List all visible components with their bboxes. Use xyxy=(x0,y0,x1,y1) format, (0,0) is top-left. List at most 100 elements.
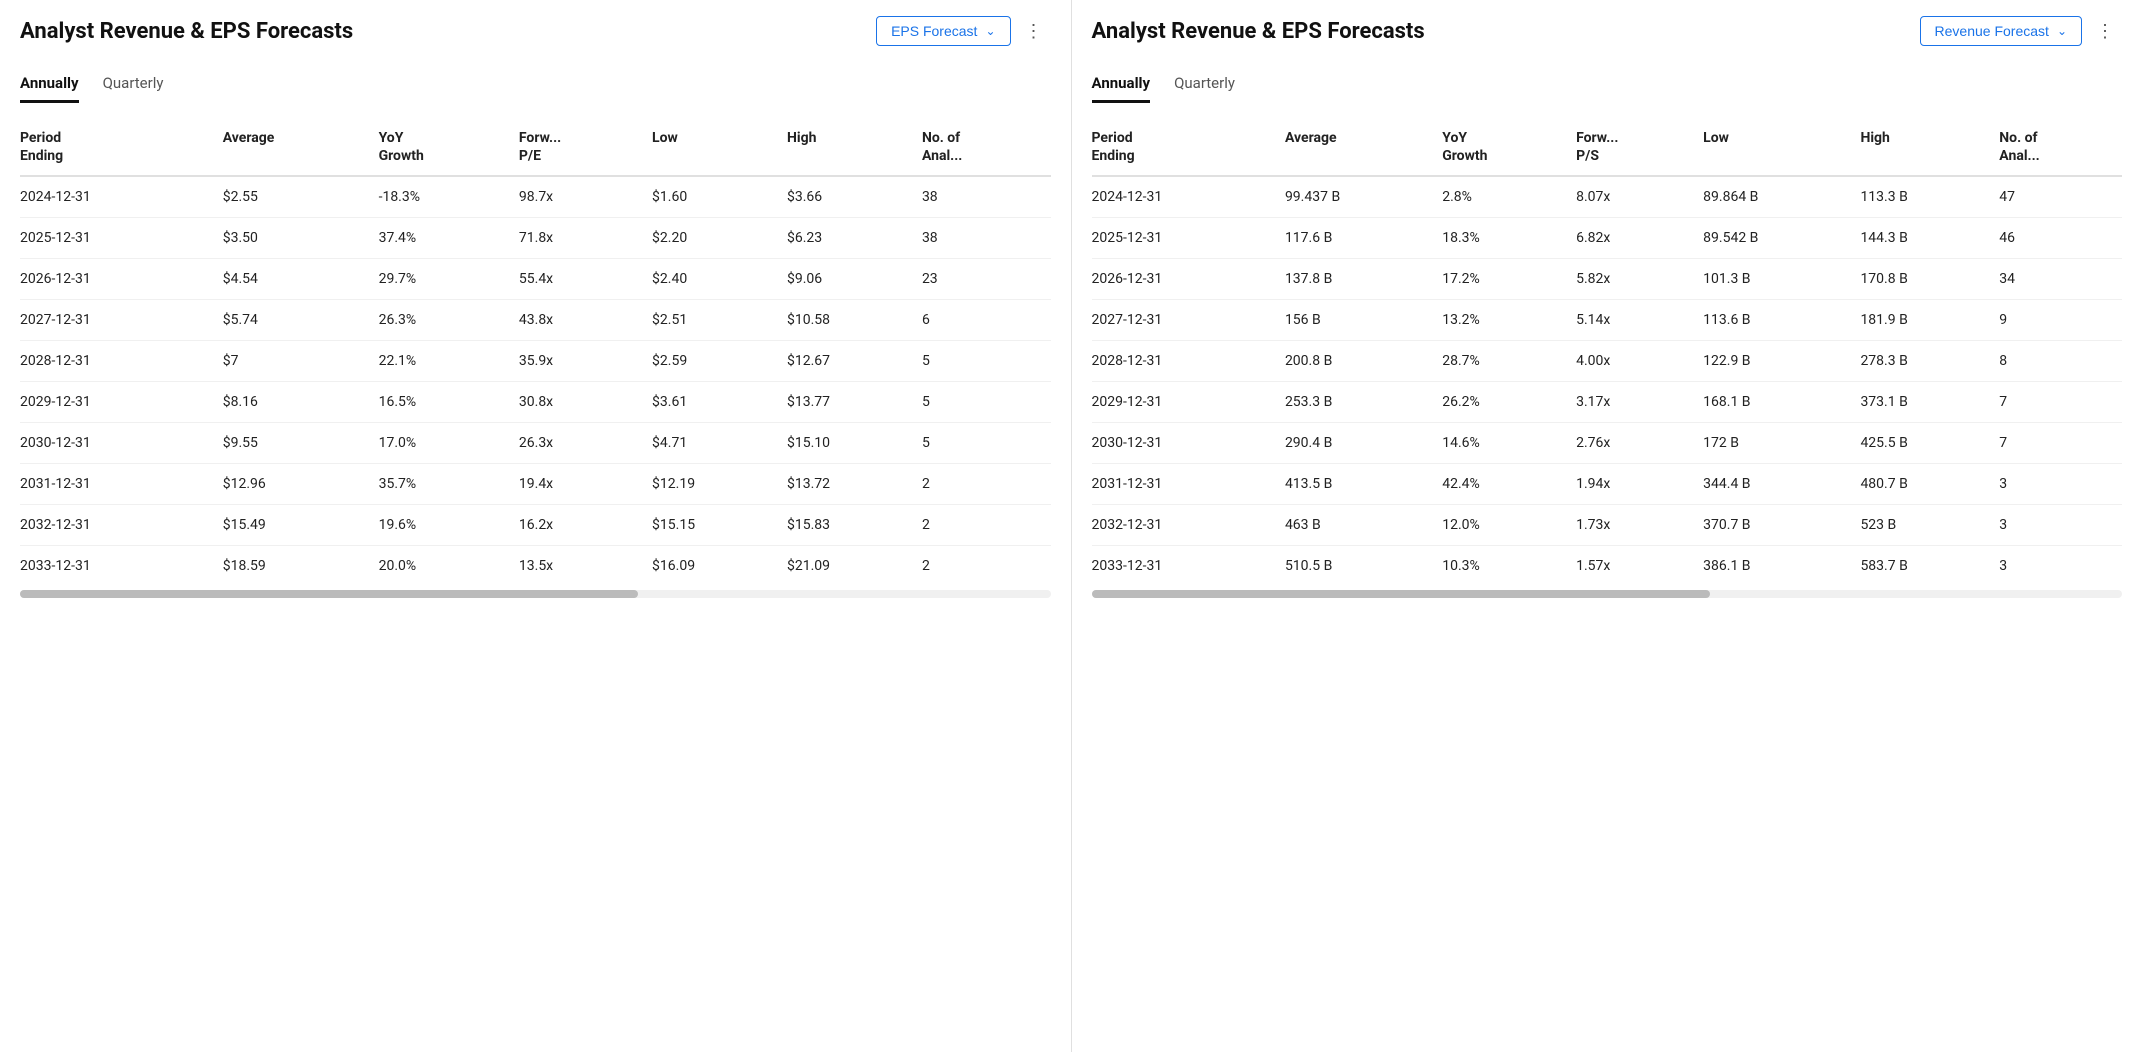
dropdown-label-0: EPS Forecast xyxy=(891,23,977,39)
cell-forw-5-0: 30.8x xyxy=(519,382,652,423)
cell-forw-0-1: 8.07x xyxy=(1576,176,1703,218)
panel-header-0: Analyst Revenue & EPS ForecastsEPS Forec… xyxy=(20,16,1051,46)
cell-period-8-0: 2032-12-31 xyxy=(20,505,223,546)
cell-high-2-1: 170.8 B xyxy=(1860,259,1999,300)
table-row: 2026-12-31137.8 B17.2%5.82x101.3 B170.8 … xyxy=(1092,259,2123,300)
cell-analysts-0-1: 47 xyxy=(1999,176,2122,218)
cell-analysts-0-0: 38 xyxy=(922,176,1051,218)
panel-header-1: Analyst Revenue & EPS Forecasts Revenue F… xyxy=(1092,16,2123,46)
more-options-icon-1[interactable]: ⋮ xyxy=(2090,17,2122,46)
data-table-1: Period EndingAverageYoY GrowthForw... P/… xyxy=(1092,119,2123,586)
cell-high-4-0: $12.67 xyxy=(787,341,922,382)
cell-high-5-0: $13.77 xyxy=(787,382,922,423)
cell-period-6-0: 2030-12-31 xyxy=(20,423,223,464)
cell-low-9-0: $16.09 xyxy=(652,546,787,587)
cell-period-4-1: 2028-12-31 xyxy=(1092,341,1285,382)
cell-yoy-9-1: 10.3% xyxy=(1442,546,1576,587)
cell-analysts-7-1: 3 xyxy=(1999,464,2122,505)
cell-low-3-0: $2.51 xyxy=(652,300,787,341)
cell-average-1-0: $3.50 xyxy=(223,218,379,259)
cell-analysts-3-0: 6 xyxy=(922,300,1051,341)
cell-high-0-0: $3.66 xyxy=(787,176,922,218)
cell-yoy-9-0: 20.0% xyxy=(379,546,519,587)
table-row: 2024-12-31$2.55-18.3%98.7x$1.60$3.6638 xyxy=(20,176,1051,218)
cell-high-0-1: 113.3 B xyxy=(1860,176,1999,218)
cell-high-9-1: 583.7 B xyxy=(1860,546,1999,587)
cell-period-5-1: 2029-12-31 xyxy=(1092,382,1285,423)
cell-forw-6-0: 26.3x xyxy=(519,423,652,464)
cell-low-4-0: $2.59 xyxy=(652,341,787,382)
table-row: 2029-12-31253.3 B26.2%3.17x168.1 B373.1 … xyxy=(1092,382,2123,423)
cell-forw-1-0: 71.8x xyxy=(519,218,652,259)
cell-low-5-1: 168.1 B xyxy=(1703,382,1860,423)
cell-low-3-1: 113.6 B xyxy=(1703,300,1860,341)
cell-analysts-1-0: 38 xyxy=(922,218,1051,259)
col-header-yoy-1: YoY Growth xyxy=(1442,119,1576,176)
cell-high-8-0: $15.83 xyxy=(787,505,922,546)
cell-period-1-1: 2025-12-31 xyxy=(1092,218,1285,259)
cell-period-9-0: 2033-12-31 xyxy=(20,546,223,587)
col-header-low-0: Low xyxy=(652,119,787,176)
cell-low-4-1: 122.9 B xyxy=(1703,341,1860,382)
cell-period-7-0: 2031-12-31 xyxy=(20,464,223,505)
tab-quarterly-1[interactable]: Quarterly xyxy=(1174,66,1235,103)
cell-high-3-1: 181.9 B xyxy=(1860,300,1999,341)
cell-average-4-1: 200.8 B xyxy=(1285,341,1442,382)
cell-high-2-0: $9.06 xyxy=(787,259,922,300)
cell-low-0-1: 89.864 B xyxy=(1703,176,1860,218)
scrollbar-thumb-0 xyxy=(20,590,638,598)
chevron-down-icon: ⌄ xyxy=(2057,24,2067,38)
tabs-0: Annually Quarterly xyxy=(20,66,1051,103)
cell-average-5-1: 253.3 B xyxy=(1285,382,1442,423)
cell-forw-0-0: 98.7x xyxy=(519,176,652,218)
cell-low-8-1: 370.7 B xyxy=(1703,505,1860,546)
cell-yoy-5-1: 26.2% xyxy=(1442,382,1576,423)
dropdown-label-1: Revenue Forecast xyxy=(1935,23,2049,39)
cell-analysts-5-0: 5 xyxy=(922,382,1051,423)
cell-high-1-1: 144.3 B xyxy=(1860,218,1999,259)
cell-forw-5-1: 3.17x xyxy=(1576,382,1703,423)
cell-average-6-0: $9.55 xyxy=(223,423,379,464)
horizontal-scrollbar-1[interactable] xyxy=(1092,590,2123,598)
cell-analysts-6-0: 5 xyxy=(922,423,1051,464)
data-table-0: Period EndingAverageYoY GrowthForw... P/… xyxy=(20,119,1051,586)
panel-title-1: Analyst Revenue & EPS Forecasts xyxy=(1092,19,1425,44)
cell-average-9-0: $18.59 xyxy=(223,546,379,587)
table-row: 2031-12-31413.5 B42.4%1.94x344.4 B480.7 … xyxy=(1092,464,2123,505)
dropdown-button-1[interactable]: Revenue Forecast ⌄ xyxy=(1920,16,2082,46)
cell-yoy-2-1: 17.2% xyxy=(1442,259,1576,300)
cell-period-9-1: 2033-12-31 xyxy=(1092,546,1285,587)
cell-low-5-0: $3.61 xyxy=(652,382,787,423)
more-options-icon-0[interactable]: ⋮ xyxy=(1019,17,1051,46)
cell-yoy-5-0: 16.5% xyxy=(379,382,519,423)
tab-annually-1[interactable]: Annually xyxy=(1092,66,1151,103)
cell-forw-8-0: 16.2x xyxy=(519,505,652,546)
col-header-high-1: High xyxy=(1860,119,1999,176)
cell-yoy-6-1: 14.6% xyxy=(1442,423,1576,464)
cell-low-1-0: $2.20 xyxy=(652,218,787,259)
cell-average-0-1: 99.437 B xyxy=(1285,176,1442,218)
cell-forw-3-1: 5.14x xyxy=(1576,300,1703,341)
col-header-period-0: Period Ending xyxy=(20,119,223,176)
col-header-analysts-0: No. of Anal... xyxy=(922,119,1051,176)
table-row: 2026-12-31$4.5429.7%55.4x$2.40$9.0623 xyxy=(20,259,1051,300)
cell-yoy-3-1: 13.2% xyxy=(1442,300,1576,341)
cell-forw-6-1: 2.76x xyxy=(1576,423,1703,464)
tab-quarterly-0[interactable]: Quarterly xyxy=(103,66,164,103)
cell-analysts-5-1: 7 xyxy=(1999,382,2122,423)
table-row: 2030-12-31$9.5517.0%26.3x$4.71$15.105 xyxy=(20,423,1051,464)
cell-forw-7-1: 1.94x xyxy=(1576,464,1703,505)
cell-high-7-1: 480.7 B xyxy=(1860,464,1999,505)
cell-yoy-3-0: 26.3% xyxy=(379,300,519,341)
col-header-yoy-0: YoY Growth xyxy=(379,119,519,176)
table-row: 2029-12-31$8.1616.5%30.8x$3.61$13.775 xyxy=(20,382,1051,423)
horizontal-scrollbar-0[interactable] xyxy=(20,590,1051,598)
table-row: 2032-12-31463 B12.0%1.73x370.7 B523 B3 xyxy=(1092,505,2123,546)
table-row: 2025-12-31$3.5037.4%71.8x$2.20$6.2338 xyxy=(20,218,1051,259)
cell-analysts-1-1: 46 xyxy=(1999,218,2122,259)
cell-forw-7-0: 19.4x xyxy=(519,464,652,505)
cell-forw-9-1: 1.57x xyxy=(1576,546,1703,587)
tab-annually-0[interactable]: Annually xyxy=(20,66,79,103)
dropdown-button-0[interactable]: EPS Forecast⌄ xyxy=(876,16,1010,46)
cell-period-7-1: 2031-12-31 xyxy=(1092,464,1285,505)
